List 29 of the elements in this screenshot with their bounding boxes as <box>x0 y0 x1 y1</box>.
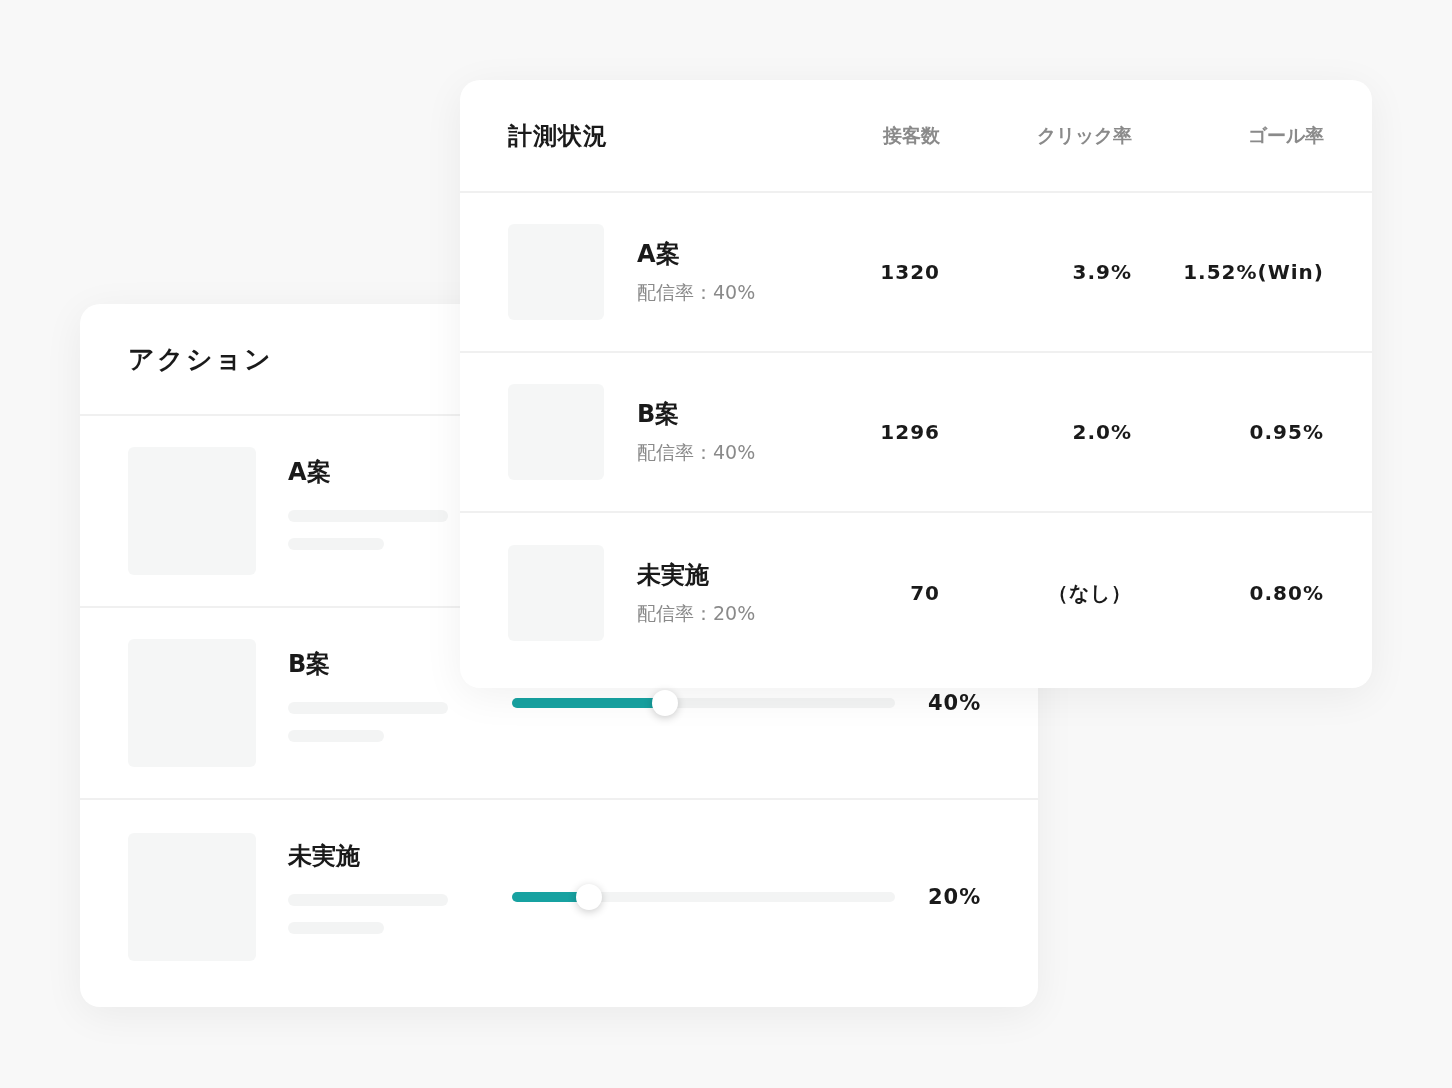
percentage-value: 40% <box>928 691 982 715</box>
card-title: アクション <box>128 342 273 376</box>
table-cell-text: 1.52%(Win) <box>1182 260 1324 284</box>
card-title: 計測状況 <box>508 120 609 152</box>
percentage-value: 20% <box>928 884 982 909</box>
variant-name: A案 <box>637 239 681 270</box>
action-name: A案 <box>288 457 332 488</box>
variant-name: B案 <box>637 399 681 430</box>
delivery-rate: 配信率：20% <box>637 601 757 626</box>
table-cell-text: 1296 <box>879 420 940 444</box>
slider[interactable] <box>512 690 895 716</box>
column-header: クリック率 <box>1036 122 1132 148</box>
variant-name: 未実施 <box>637 560 710 591</box>
table-cell-text: 1320 <box>879 260 940 284</box>
table-cell-text: 3.9% <box>1071 260 1132 284</box>
delivery-rate: 配信率：40% <box>637 280 757 305</box>
action-name: 未実施 <box>288 841 361 872</box>
column-header: 接客数 <box>881 122 940 148</box>
table-cell-text: 70 <box>909 581 940 605</box>
table-cell-text: 0.95% <box>1248 420 1324 444</box>
table-cell-text: 2.0% <box>1071 420 1132 444</box>
table-cell-text: 0.80% <box>1248 581 1324 605</box>
slider[interactable] <box>512 883 895 910</box>
slider-handle[interactable] <box>575 883 602 910</box>
action-name: B案 <box>288 649 332 680</box>
slider-handle[interactable] <box>652 690 679 716</box>
column-header: ゴール率 <box>1247 122 1324 148</box>
table-cell-text: （なし） <box>1047 579 1132 607</box>
delivery-rate: 配信率：40% <box>637 440 757 465</box>
